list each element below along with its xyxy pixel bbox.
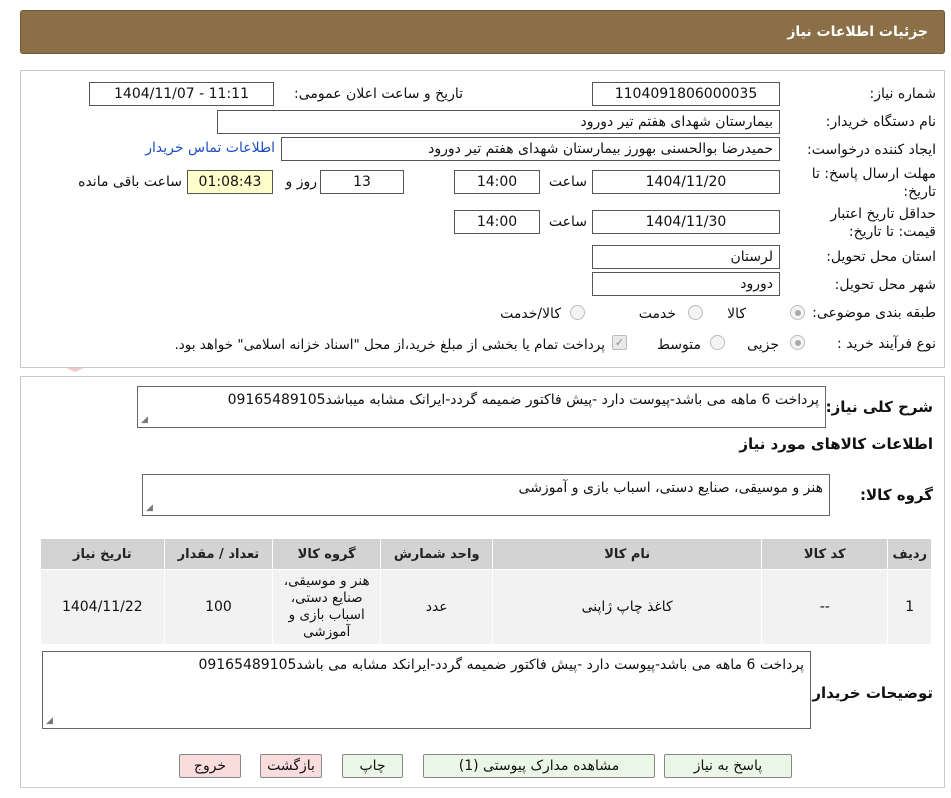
category-option-goods: کالا bbox=[727, 306, 746, 322]
resize-handle-icon[interactable]: ◢ bbox=[46, 717, 53, 726]
buyer-notes-textarea[interactable]: پرداخت 6 ماهه می باشد-پیوست دارد -پیش فا… bbox=[42, 651, 811, 729]
deadline-time-label: ساعت bbox=[548, 174, 587, 190]
deadline-label-line2: تاریخ: bbox=[903, 184, 936, 200]
creator-field: حمیدرضا بوالحسنی بهورز بیمارستان شهدای ه… bbox=[281, 137, 780, 161]
validity-time-label: ساعت bbox=[548, 214, 587, 230]
category-radio-goods[interactable] bbox=[790, 305, 805, 320]
city-label: شهر محل تحویل: bbox=[834, 277, 936, 293]
buyer-org-field: بیمارستان شهدای هفتم تیر دورود bbox=[217, 110, 780, 134]
cell-qty: 100 bbox=[163, 569, 274, 645]
deadline-label-line1: مهلت ارسال پاسخ: تا bbox=[811, 166, 936, 182]
city-field: دورود bbox=[592, 272, 780, 296]
process-radio-minor[interactable] bbox=[790, 335, 805, 350]
province-field: لرستان bbox=[592, 245, 780, 269]
description-textarea[interactable]: پرداخت 6 ماهه می باشد-پیوست دارد -پیش فا… bbox=[137, 386, 826, 428]
process-option-minor: جزیی bbox=[747, 337, 779, 353]
remaining-time-field: 01:08:43 bbox=[187, 170, 273, 194]
buyer-notes-label: توضیحات خریدار: bbox=[806, 684, 933, 702]
col-header-date: تاریخ نیاز bbox=[40, 538, 165, 570]
resize-handle-icon[interactable]: ◢ bbox=[141, 416, 148, 425]
col-header-name: نام کالا bbox=[492, 538, 763, 570]
treasury-payment-checkbox[interactable]: ✓ bbox=[612, 335, 627, 350]
buyer-org-label: نام دستگاه خریدار: bbox=[825, 114, 936, 130]
cell-code: -- bbox=[761, 569, 889, 645]
days-field: 13 bbox=[320, 170, 404, 194]
category-option-service: خدمت bbox=[638, 306, 676, 322]
col-header-code: کد کالا bbox=[761, 538, 889, 570]
buyer-notes-text: پرداخت 6 ماهه می باشد-پیوست دارد -پیش فا… bbox=[198, 657, 804, 673]
exit-button[interactable]: خروج bbox=[179, 754, 241, 778]
table-row: 1 -- کاغذ چاپ ژاپنی عدد هنر و موسیقی، صن… bbox=[40, 569, 932, 645]
treasury-payment-note: پرداخت تمام یا بخشی از مبلغ خرید،از محل … bbox=[174, 337, 605, 353]
process-radio-medium[interactable] bbox=[710, 335, 725, 350]
deadline-date-field: 1404/11/20 bbox=[592, 170, 780, 194]
col-header-index: ردیف bbox=[887, 538, 932, 570]
col-header-group: گروه کالا bbox=[272, 538, 382, 570]
print-button[interactable]: چاپ bbox=[342, 754, 403, 778]
description-text: پرداخت 6 ماهه می باشد-پیوست دارد -پیش فا… bbox=[227, 392, 819, 408]
category-radio-service[interactable] bbox=[688, 305, 703, 320]
goods-group-text: هنر و موسیقی، صنایع دستی، اسباب بازی و آ… bbox=[518, 480, 823, 496]
goods-section-title: اطلاعات کالاهای مورد نیاز bbox=[739, 435, 933, 453]
col-header-unit: واحد شمارش bbox=[380, 538, 494, 570]
days-label: روز و bbox=[285, 174, 318, 190]
announce-label: تاریخ و ساعت اعلان عمومی: bbox=[294, 86, 463, 102]
resize-handle-icon[interactable]: ◢ bbox=[146, 504, 153, 513]
attachments-button[interactable]: مشاهده مدارک پیوستی (1) bbox=[423, 754, 655, 778]
province-label: استان محل تحویل: bbox=[826, 249, 936, 265]
goods-group-textarea[interactable]: هنر و موسیقی، صنایع دستی، اسباب بازی و آ… bbox=[142, 474, 830, 516]
goods-group-label: گروه کالا: bbox=[860, 486, 933, 504]
category-option-goods-service: کالا/خدمت bbox=[500, 306, 561, 322]
validity-label-line1: حداقل تاریخ اعتبار bbox=[830, 206, 936, 222]
items-table: ردیف کد کالا نام کالا واحد شمارش گروه کا… bbox=[40, 538, 932, 645]
category-radio-goods-service[interactable] bbox=[570, 305, 585, 320]
need-number-label: شماره نیاز: bbox=[869, 86, 937, 102]
category-label: طبقه بندی موضوعی: bbox=[812, 305, 936, 321]
announce-field: 1404/11/07 - 11:11 bbox=[89, 82, 274, 106]
process-label: نوع فرآیند خرید : bbox=[837, 336, 936, 352]
validity-date-field: 1404/11/30 bbox=[592, 210, 780, 234]
table-header-row: ردیف کد کالا نام کالا واحد شمارش گروه کا… bbox=[40, 538, 932, 570]
cell-index: 1 bbox=[887, 569, 932, 645]
validity-label-line2: قیمت: تا تاریخ: bbox=[848, 224, 936, 240]
creator-label: ایجاد کننده درخواست: bbox=[807, 142, 936, 158]
process-option-medium: متوسط bbox=[657, 337, 701, 353]
deadline-time-field: 14:00 bbox=[454, 170, 540, 194]
col-header-qty: تعداد / مقدار bbox=[163, 538, 274, 570]
reply-button[interactable]: پاسخ به نیاز bbox=[664, 754, 792, 778]
cell-name: کاغذ چاپ ژاپنی bbox=[492, 569, 763, 645]
validity-time-field: 14:00 bbox=[454, 210, 540, 234]
need-number-field: 1104091806000035 bbox=[592, 82, 780, 106]
cell-unit: عدد bbox=[380, 569, 494, 645]
buyer-contact-link[interactable]: اطلاعات تماس خریدار bbox=[145, 140, 275, 156]
page-header: جزئیات اطلاعات نیاز bbox=[20, 10, 945, 54]
back-button[interactable]: بازگشت bbox=[260, 754, 322, 778]
cell-group: هنر و موسیقی، صنایع دستی، اسباب بازی و آ… bbox=[272, 569, 382, 645]
description-label: شرح کلی نیاز: bbox=[825, 398, 933, 416]
cell-date: 1404/11/22 bbox=[40, 569, 165, 645]
remaining-time-label: ساعت باقی مانده bbox=[78, 174, 182, 190]
